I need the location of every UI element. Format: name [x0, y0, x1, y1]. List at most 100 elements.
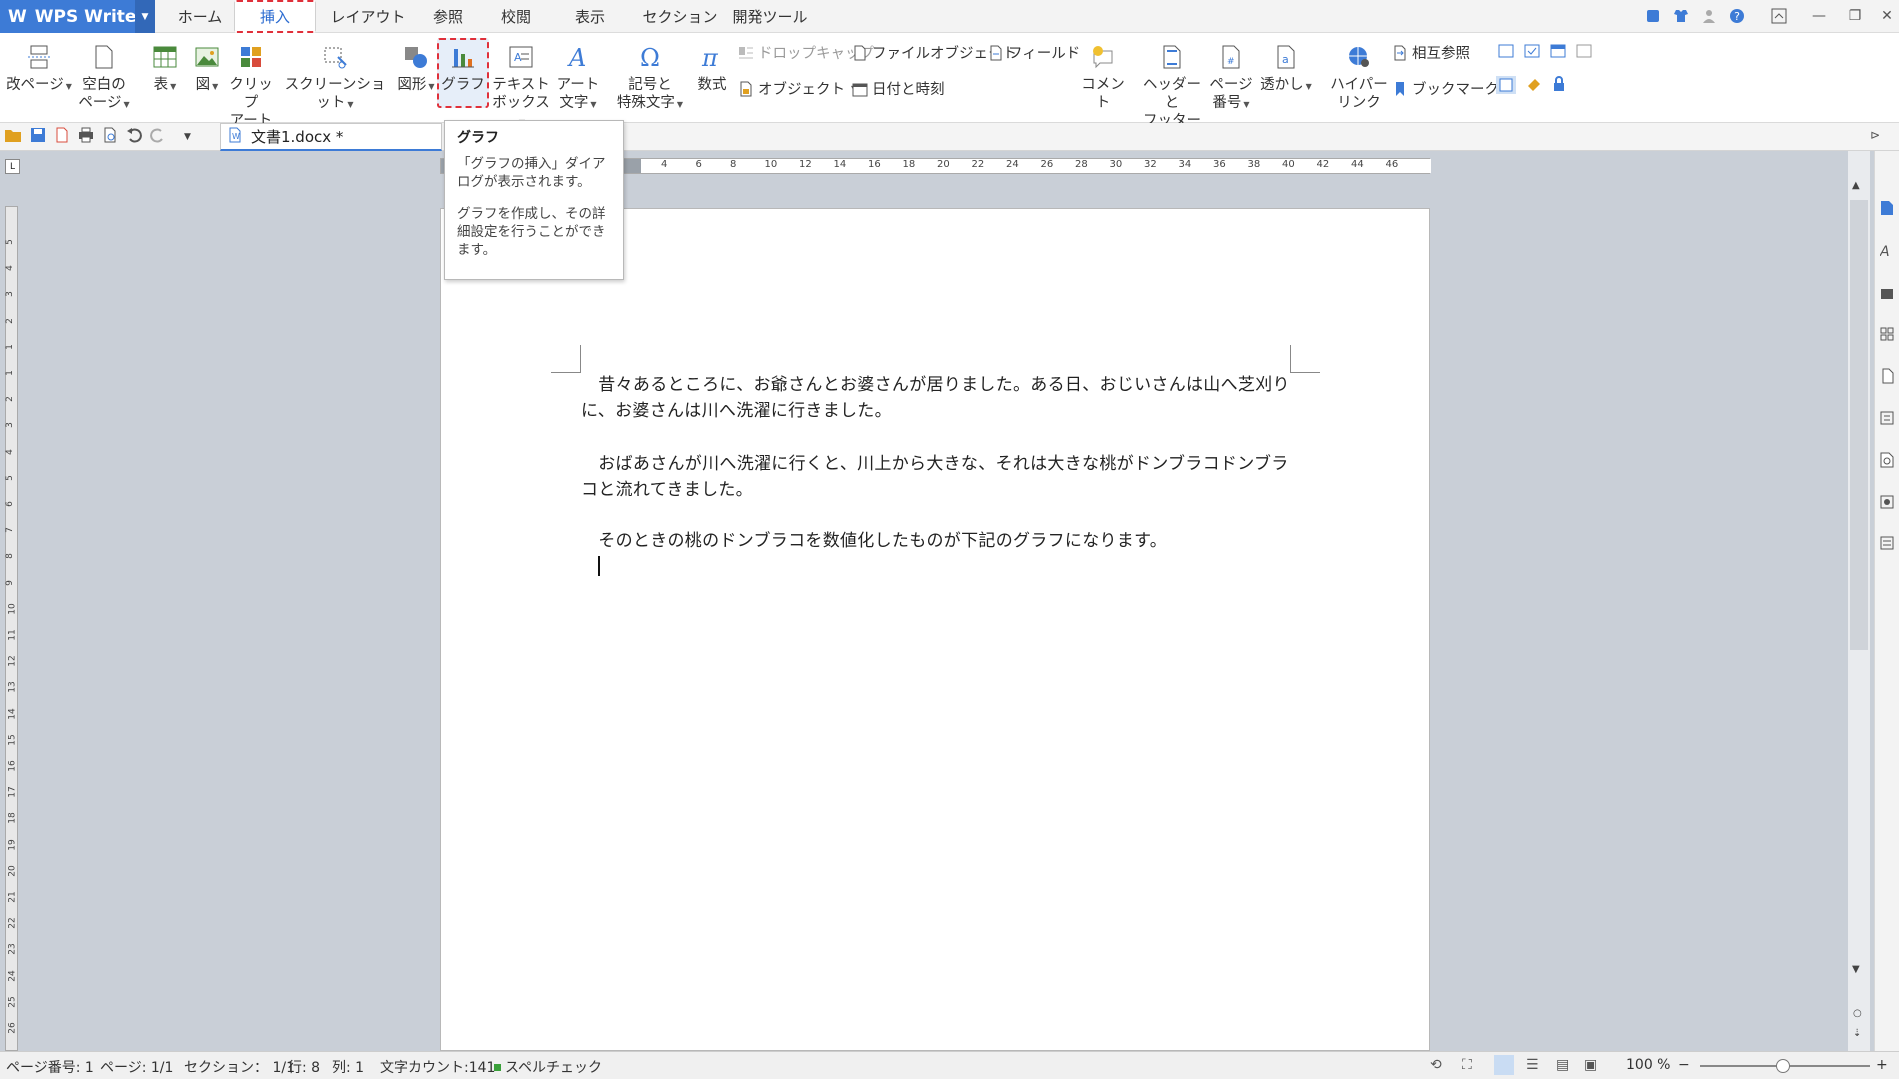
tab-layout[interactable]: レイアウト [322, 0, 414, 33]
properties-icon[interactable] [1880, 536, 1894, 554]
datetime-button[interactable]: 日付と時刻 [852, 78, 945, 99]
tab-home[interactable]: ホーム [168, 0, 232, 33]
chart-button[interactable]: グラフ [437, 38, 489, 108]
zoom-slider-thumb[interactable] [1776, 1059, 1790, 1073]
page-break-button[interactable]: 改ページ ▼ [6, 44, 72, 96]
print-icon[interactable] [78, 127, 94, 147]
backup-icon[interactable] [1880, 495, 1894, 513]
ruler-tick-label: 26 [1040, 159, 1054, 170]
form-eraser-icon[interactable] [1526, 76, 1542, 98]
tab-stop-selector[interactable]: L [5, 159, 20, 174]
new-document-icon[interactable] [1880, 200, 1894, 220]
paragraph-3[interactable]: そのときの桃のドンブラコを数値化したものが下記のグラフになります。 [581, 528, 1291, 554]
tab-section[interactable]: セクション [634, 0, 726, 33]
ruler-tick-label: 42 [1316, 159, 1330, 170]
document-tab[interactable]: W 文書1.docx * [220, 123, 442, 151]
help-icon[interactable]: ? [1724, 4, 1750, 28]
paragraph-1[interactable]: 昔々あるところに、お爺さんとお婆さんが居りました。ある日、おじいさんは山へ芝刈り… [581, 372, 1291, 424]
tab-list-icon[interactable]: ⊳ [1870, 128, 1880, 142]
tab-references[interactable]: 参照 [418, 0, 478, 33]
minimize-icon[interactable]: — [1806, 4, 1832, 28]
app-menu-dropdown-icon[interactable]: ▼ [135, 0, 155, 33]
equation-button[interactable]: π 数式 [692, 44, 732, 94]
watermark-button[interactable]: a 透かし ▼ [1258, 44, 1314, 96]
form-frame-icon[interactable] [1576, 44, 1592, 62]
print-preview-icon[interactable] [102, 127, 118, 147]
zoom-in-icon[interactable]: + [1876, 1057, 1888, 1073]
status-row[interactable]: 行: 8 [288, 1057, 320, 1077]
form-design-icon[interactable] [1496, 76, 1516, 98]
close-icon[interactable]: ✕ [1874, 4, 1899, 28]
history-icon[interactable]: ⟲ [1430, 1057, 1442, 1073]
tab-review[interactable]: 校閲 [486, 0, 546, 33]
tooltip-line-1: 「グラフの挿入」ダイアログが表示されます。 [457, 156, 606, 190]
comment-button[interactable]: コメント [1078, 44, 1128, 112]
style-icon[interactable]: A [1879, 243, 1894, 263]
status-column[interactable]: 列: 1 [332, 1057, 364, 1077]
tooltip-title: グラフ [457, 130, 499, 146]
bookmark-button[interactable]: ブックマーク [1392, 78, 1499, 99]
document-copy-icon[interactable] [1880, 368, 1894, 388]
page-view-icon[interactable] [1494, 1055, 1514, 1075]
tab-view[interactable]: 表示 [560, 0, 620, 33]
textbox-button[interactable]: A テキスト ボックス▼ [492, 44, 550, 132]
blank-page-button[interactable]: 空白の ページ ▼ [76, 44, 132, 114]
form-checkbox-icon[interactable] [1524, 44, 1540, 62]
status-page[interactable]: ページ: 1/1 [100, 1057, 173, 1077]
screenshot-button[interactable]: スクリーンショット ▼ [280, 44, 390, 114]
next-page-icon[interactable]: ⇣ [1853, 1028, 1861, 1039]
user-icon[interactable] [1696, 4, 1722, 28]
list-panel-icon[interactable] [1880, 411, 1894, 429]
select-icon[interactable] [1880, 286, 1894, 304]
header-footer-button[interactable]: ヘッダーと フッター [1140, 44, 1204, 130]
svg-text:A: A [567, 45, 586, 69]
hyperlink-button[interactable]: ハイパー リンク [1330, 44, 1388, 112]
shapes-button[interactable]: 図形 ▼ [392, 44, 440, 96]
status-section[interactable]: セクション： 1/1 [184, 1057, 295, 1077]
layout-grid-icon[interactable] [1880, 327, 1894, 345]
scrollbar-thumb[interactable] [1850, 200, 1868, 650]
collapse-ribbon-icon[interactable] [1766, 4, 1792, 28]
customize-dropdown-icon[interactable]: ▼ [184, 132, 191, 142]
open-folder-icon[interactable] [4, 127, 22, 147]
field-button[interactable]: フィールド [988, 42, 1080, 63]
undo-icon[interactable] [126, 127, 142, 147]
web-view-icon[interactable]: ▤ [1556, 1057, 1569, 1073]
scroll-up-icon[interactable]: ▲ [1852, 180, 1860, 191]
status-page-number[interactable]: ページ番号: 1 [6, 1057, 94, 1077]
restore-icon[interactable]: ❐ [1842, 4, 1868, 28]
scroll-down-icon[interactable]: ▼ [1852, 964, 1860, 975]
save-icon[interactable] [30, 127, 46, 147]
status-wordcount[interactable]: 文字カウント:141 [380, 1057, 495, 1077]
app-menu-button[interactable]: W WPS Writer ▼ [0, 0, 155, 33]
clipart-button[interactable]: クリップ アート [228, 44, 274, 130]
shirt-icon[interactable] [1668, 4, 1694, 28]
chart-tooltip: グラフ 「グラフの挿入」ダイアログが表示されます。 グラフを作成し、その詳細設定… [444, 120, 624, 280]
spellcheck-button[interactable]: スペルチェック [494, 1057, 602, 1077]
browse-object-icon[interactable]: ○ [1853, 1008, 1862, 1019]
redo-icon[interactable] [150, 127, 166, 147]
export-pdf-icon[interactable] [54, 127, 70, 147]
form-textfield-icon[interactable] [1498, 44, 1514, 62]
arttext-button[interactable]: A アート 文字 ▼ [553, 44, 603, 114]
symbol-button[interactable]: Ω 記号と 特殊文字 ▼ [612, 44, 688, 114]
find-document-icon[interactable] [1880, 452, 1894, 472]
form-dropdown-icon[interactable] [1550, 44, 1566, 62]
zoom-level[interactable]: 100 % [1626, 1057, 1670, 1073]
object-button[interactable]: オブジェクト▼ [738, 78, 857, 99]
reading-view-icon[interactable]: ▣ [1584, 1057, 1597, 1073]
picture-button[interactable]: 図 ▼ [190, 44, 224, 96]
skin-icon[interactable] [1640, 4, 1666, 28]
outline-view-icon[interactable]: ☰ [1526, 1057, 1539, 1073]
paragraph-2[interactable]: おばあさんが川へ洗濯に行くと、川上から大きな、それは大きな桃がドンブラコドンブラ… [581, 451, 1291, 503]
document-page[interactable] [440, 208, 1430, 1051]
table-button[interactable]: 表 ▼ [148, 44, 182, 96]
tab-insert[interactable]: 挿入 [234, 0, 316, 33]
vertical-ruler[interactable]: 5 4 3 2 1 1 2 3 4 5 6 7 8 9 10 11 12 13 14 15 16 17 18 19 20 21 22… [5, 206, 18, 1051]
form-lock-icon[interactable] [1552, 76, 1566, 98]
tab-developer[interactable]: 開発ツール [720, 0, 820, 33]
fullscreen-icon[interactable]: ⛶ [1462, 1057, 1472, 1073]
crossref-button[interactable]: 相互参照 [1392, 42, 1470, 63]
zoom-out-icon[interactable]: − [1678, 1057, 1690, 1073]
page-number-button[interactable]: # ページ 番号 ▼ [1206, 44, 1256, 114]
